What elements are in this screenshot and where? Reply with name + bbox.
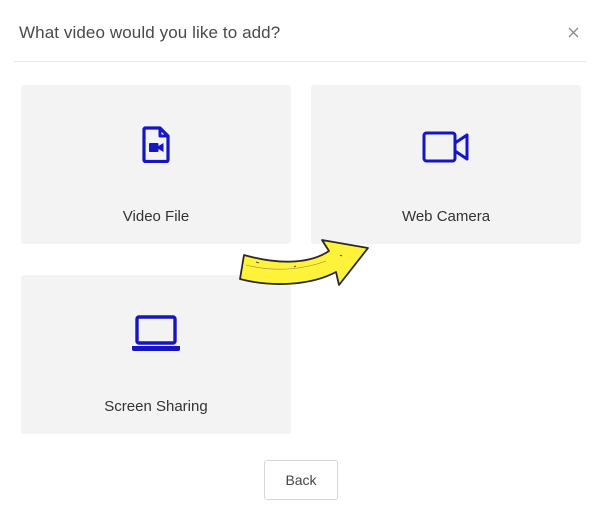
screen-sharing-label: Screen Sharing [104, 398, 208, 415]
add-video-dialog: What video would you like to add? Video … [0, 0, 602, 522]
laptop-icon [131, 315, 181, 353]
dialog-title: What video would you like to add? [19, 23, 281, 42]
video-file-label: Video File [122, 208, 190, 225]
web-camera-label: Web Camera [401, 208, 491, 225]
video-camera-icon [422, 125, 470, 163]
video-file-icon [142, 125, 170, 163]
dialog-header: What video would you like to add? [14, 0, 586, 62]
web-camera-option[interactable]: Web Camera [311, 85, 581, 244]
back-button[interactable]: Back [264, 460, 338, 500]
screen-sharing-option[interactable]: Screen Sharing [21, 275, 291, 434]
annotation-arrow-icon [239, 239, 369, 286]
video-file-option[interactable]: Video File [21, 85, 291, 244]
close-icon[interactable] [568, 27, 579, 38]
close-button[interactable] [564, 23, 582, 41]
